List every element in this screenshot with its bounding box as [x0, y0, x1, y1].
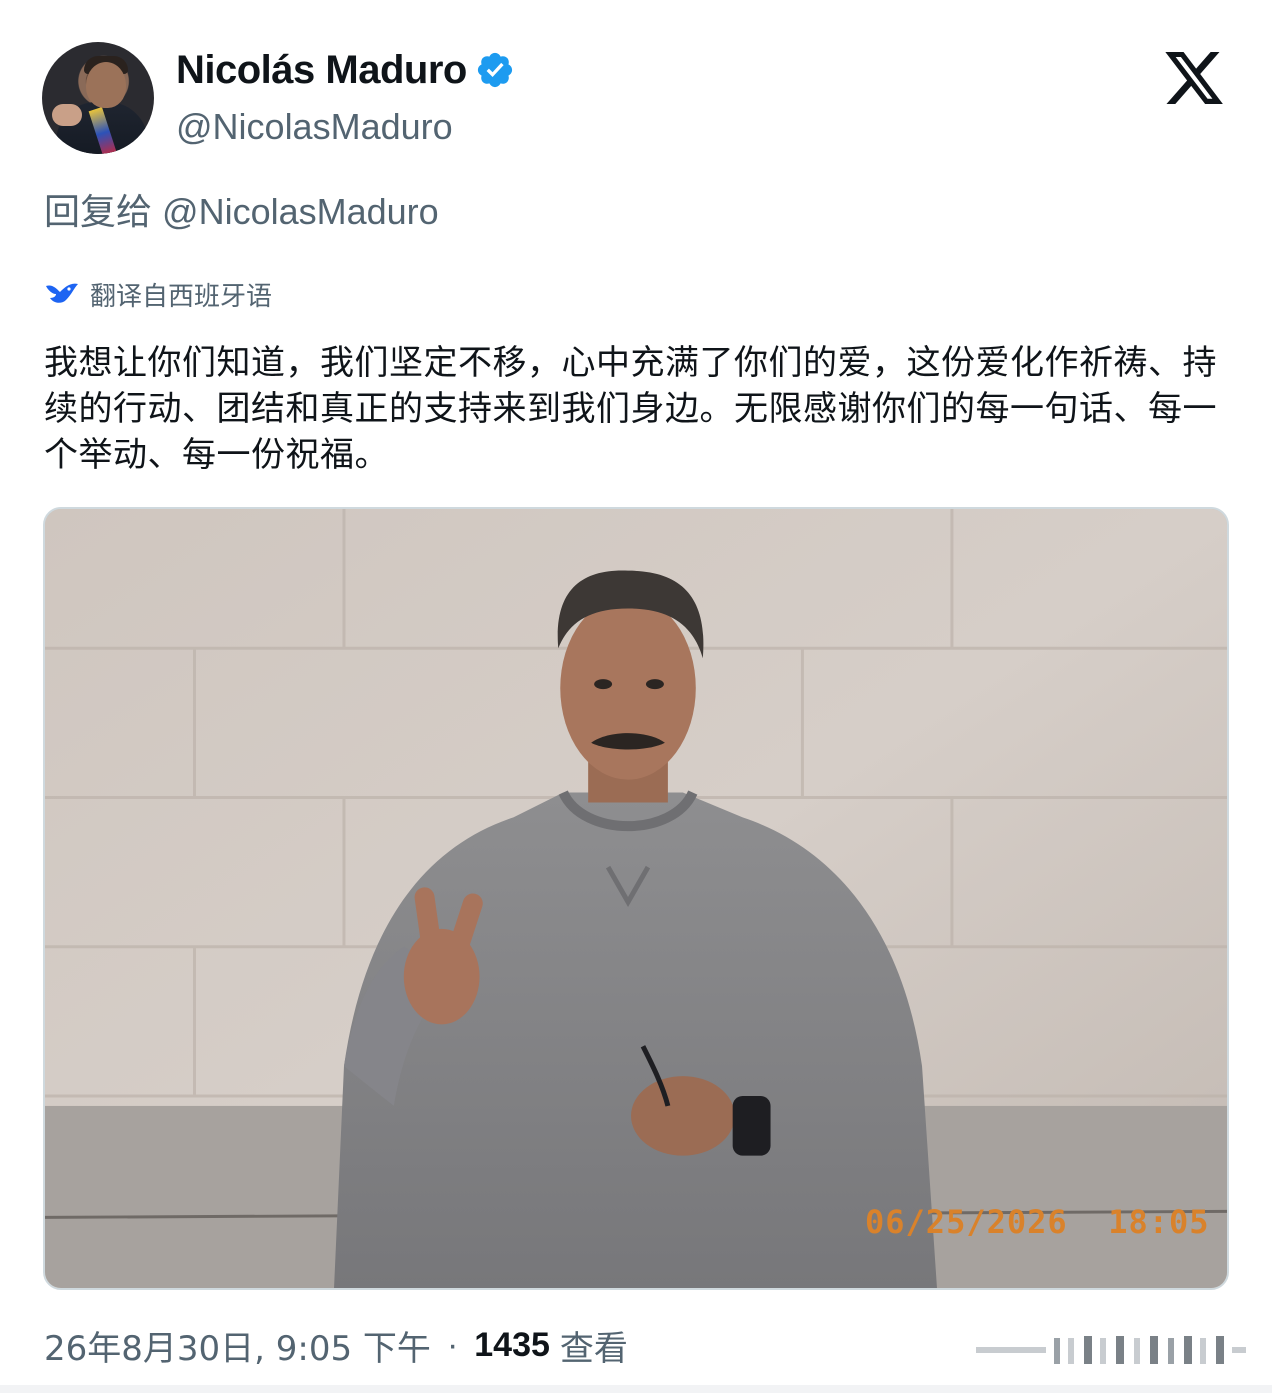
reply-to-line: 回复给 @NicolasMaduro [44, 183, 439, 235]
avatar-hands [52, 104, 82, 126]
avatar[interactable] [42, 42, 154, 154]
author-handle[interactable]: @NicolasMaduro [176, 106, 453, 148]
photo-timestamp-overlay: 06/25/2026 18:05 [865, 1203, 1210, 1241]
verified-badge-icon [477, 52, 512, 88]
x-logo-icon[interactable] [1162, 46, 1226, 110]
meta-separator: · [446, 1325, 459, 1364]
tweet-text: 我想让你们知道，我们坚定不移，心中充满了你们的爱，这份爱化作祈祷、持续的行动、团… [44, 343, 1217, 475]
name-row: Nicolás Maduro [176, 42, 515, 98]
display-name[interactable]: Nicolás Maduro [176, 48, 467, 93]
translate-bird-icon [46, 283, 78, 303]
views-label: 查看 [559, 1328, 628, 1369]
translation-label: 翻译自西班牙语 [90, 281, 273, 312]
views-count: 1435 [474, 1325, 550, 1364]
tweet-header: Nicolás Maduro @NicolasMaduro [42, 42, 1232, 156]
bottom-divider [0, 1385, 1272, 1393]
reply-to-label: 回复给 [44, 192, 153, 233]
tweet-photo[interactable]: 06/25/2026 18:05 [43, 507, 1229, 1290]
avatar-face [86, 62, 126, 108]
watermark-icon [976, 1336, 1246, 1364]
post-timestamp[interactable]: 26年8月30日, 9:05 下午 [44, 1321, 431, 1370]
tweet-meta: 26年8月30日, 9:05 下午 · 1435 查看 [44, 1321, 628, 1370]
photo-image [45, 509, 1227, 1288]
translation-notice[interactable]: 翻译自西班牙语 [44, 276, 272, 312]
reply-to-handle[interactable]: @NicolasMaduro [162, 191, 439, 232]
